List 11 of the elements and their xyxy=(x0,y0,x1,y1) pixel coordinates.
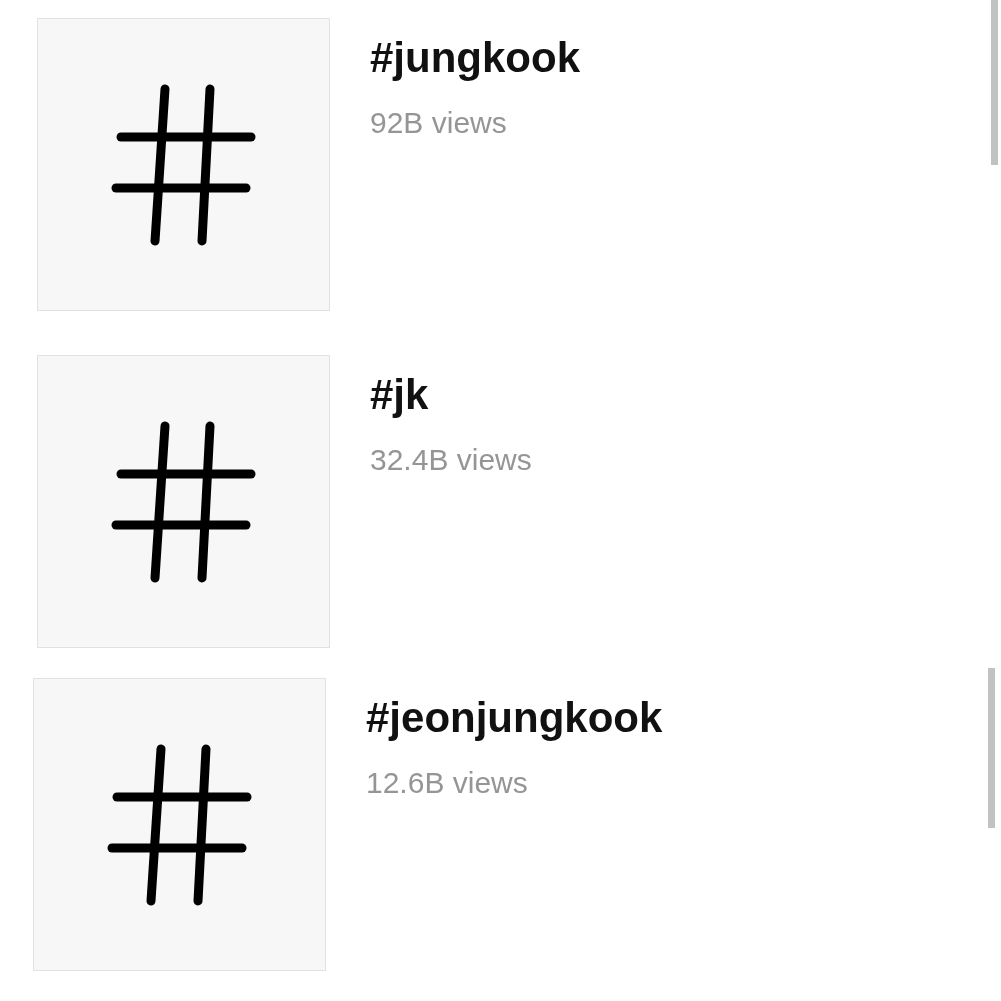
scrollbar-thumb[interactable] xyxy=(991,0,998,165)
hashtag-icon xyxy=(111,420,256,583)
view-count: 12.6B views xyxy=(366,765,529,801)
view-count: 92B views xyxy=(370,105,508,141)
view-count: 32.4B views xyxy=(370,442,532,478)
hashtag-title: #jungkook xyxy=(370,33,581,83)
hashtag-icon xyxy=(107,743,252,906)
scrollbar-thumb[interactable] xyxy=(988,668,995,828)
hashtag-icon xyxy=(111,83,256,246)
hashtag-title: #jeonjungkook xyxy=(366,693,663,743)
hashtag-title: #jk xyxy=(370,370,430,420)
